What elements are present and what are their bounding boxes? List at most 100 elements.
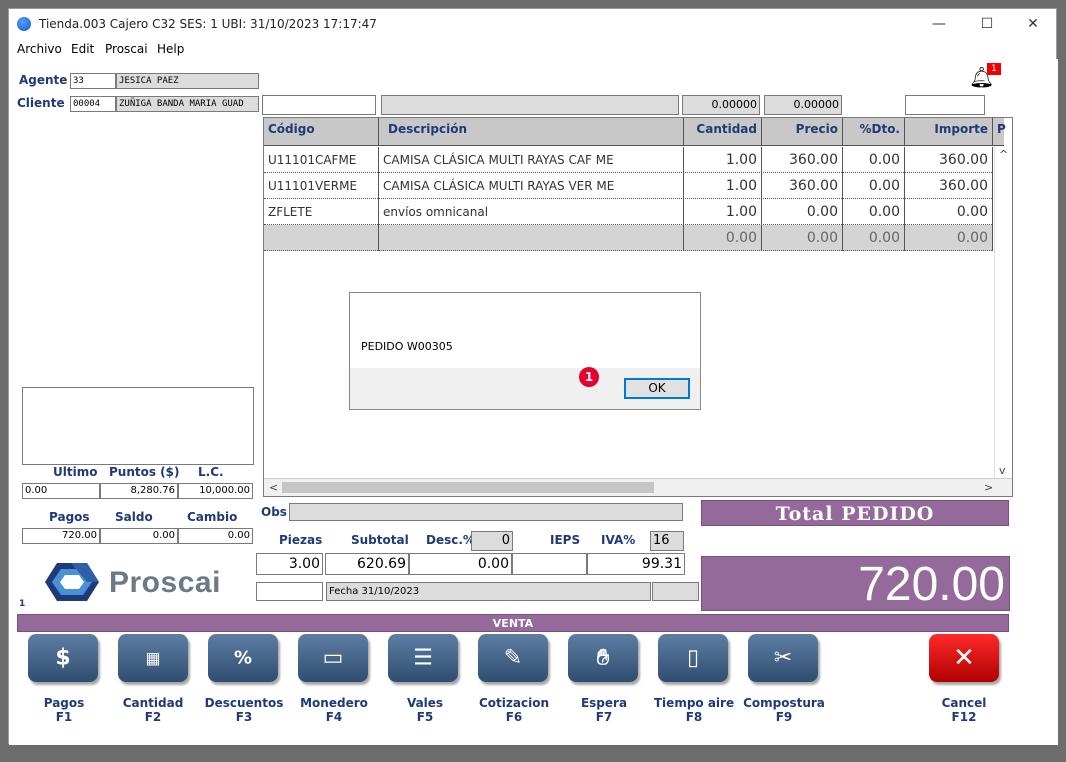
table-row[interactable]: U11101CAFME CAMISA CLÁSICA MULTI RAYAS C… [264, 147, 993, 173]
menu-archivo[interactable]: Archivo [17, 42, 62, 56]
ieps-label: IEPS [550, 533, 581, 547]
agente-code-field[interactable]: 33 [70, 73, 116, 89]
cambio-label: Cambio [187, 510, 238, 524]
col-descripcion[interactable]: Descripción [379, 118, 684, 146]
col-dto[interactable]: %Dto. [843, 118, 905, 146]
scroll-down-icon[interactable]: v [999, 464, 1006, 477]
calculator-icon: ▦ [145, 648, 161, 668]
table-row-new[interactable]: 0.00 0.00 0.00 0.00 [264, 225, 993, 251]
cell-dto: 0.00 [843, 199, 905, 225]
cliente-code-field[interactable]: 00004 [70, 96, 116, 112]
desc-label: Desc.% [426, 533, 475, 547]
close-button[interactable]: ✕ [1013, 13, 1053, 35]
subtotal-label: Subtotal [351, 533, 409, 547]
cell-importe: 0.00 [905, 199, 993, 225]
hand-icon: ✋︎ [596, 645, 610, 671]
proscai-logo-icon [45, 563, 99, 601]
col-precio[interactable]: Precio [762, 118, 843, 146]
cantidad-button[interactable]: ▦ [118, 634, 188, 682]
menu-help[interactable]: Help [157, 42, 184, 56]
menu-bar: Archivo Edit Proscai Help [9, 39, 1056, 59]
message-dialog: PEDIDO W00305 OK [349, 292, 701, 410]
cell-precio: 0.00 [762, 199, 843, 225]
cliente-name-field: ZUÑIGA BANDA MARIA GUAD [116, 96, 259, 112]
pagos-field: 720.00 [22, 528, 100, 544]
obs-label: Obs [261, 505, 287, 519]
pagos-button-label: Pagos F1 [43, 696, 85, 724]
scroll-thumb[interactable] [282, 482, 654, 493]
search-desc-field [381, 95, 679, 115]
cell-precio: 360.00 [762, 173, 843, 199]
scroll-left-icon[interactable]: < [269, 481, 278, 494]
fecha-field: Fecha 31/10/2023 [326, 582, 651, 601]
horizontal-scrollbar[interactable]: < > [264, 478, 1012, 496]
cotizacion-button-label: Cotizacion F6 [479, 696, 549, 724]
desc-rate-field[interactable]: 0 [471, 531, 513, 551]
scroll-up-icon[interactable]: ^ [999, 148, 1008, 161]
tiempo-aire-button[interactable]: ▯ [658, 634, 728, 682]
menu-edit[interactable]: Edit [71, 42, 94, 56]
extra-input[interactable] [905, 95, 985, 115]
vales-button[interactable]: ☰ [388, 634, 458, 682]
phone-icon: ▯ [686, 645, 700, 671]
saldo-label: Saldo [115, 510, 153, 524]
obs-field[interactable] [289, 503, 683, 521]
percent-icon: % [233, 647, 253, 669]
cell-descripcion: CAMISA CLÁSICA MULTI RAYAS VER ME [379, 173, 684, 199]
pagos-label: Pagos [49, 510, 90, 524]
search-code-input[interactable] [262, 95, 376, 115]
value-a-field: 0.00000 [682, 95, 760, 115]
cell-codigo: ZFLETE [264, 199, 379, 225]
cell-cantidad: 0.00 [684, 225, 762, 251]
ok-button[interactable]: OK [624, 378, 690, 399]
monedero-button[interactable]: ▭ [298, 634, 368, 682]
desc-amount-field: 0.00 [409, 553, 512, 575]
cancel-button-label: Cancel F12 [941, 696, 987, 724]
espera-button[interactable]: ✋︎ [568, 634, 638, 682]
cell-descripcion: envíos omnicanal [379, 199, 684, 225]
col-importe[interactable]: Importe [905, 118, 993, 146]
dialog-message: PEDIDO W00305 [361, 340, 453, 353]
compostura-button[interactable]: ✂ [748, 634, 818, 682]
col-codigo[interactable]: Código [264, 118, 379, 146]
aux-field [256, 582, 323, 601]
cliente-label: Cliente [17, 96, 65, 110]
cell-cantidad: 1.00 [684, 147, 762, 173]
puntos-label: Puntos ($) [109, 465, 180, 479]
agente-label: Agente [19, 73, 68, 87]
saldo-field: 0.00 [100, 528, 178, 544]
col-p[interactable]: P [993, 118, 1012, 146]
notification-badge: 1 [987, 63, 1001, 75]
cell-cantidad: 1.00 [684, 173, 762, 199]
x-icon: ✕ [953, 643, 975, 673]
iva-rate-field[interactable]: 16 [650, 531, 684, 551]
app-window: Tienda.003 Cajero C32 SES: 1 UBI: 31/10/… [8, 8, 1058, 745]
scroll-right-icon[interactable]: > [984, 481, 993, 494]
cell-codigo: U11101CAFME [264, 147, 379, 173]
piezas-label: Piezas [279, 533, 323, 547]
menu-proscai[interactable]: Proscai [105, 42, 148, 56]
notes-area[interactable] [22, 387, 254, 465]
cell-descripcion [379, 225, 684, 251]
cancel-button[interactable]: ✕ [929, 634, 999, 682]
col-cantidad[interactable]: Cantidad [684, 118, 762, 146]
cotizacion-button[interactable]: ✎ [478, 634, 548, 682]
dialog-body: PEDIDO W00305 [350, 293, 700, 368]
descuentos-button[interactable]: % [208, 634, 278, 682]
cell-descripcion: CAMISA CLÁSICA MULTI RAYAS CAF ME [379, 147, 684, 173]
globe-icon [17, 17, 31, 31]
window-title: Tienda.003 Cajero C32 SES: 1 UBI: 31/10/… [39, 17, 377, 31]
descuentos-button-label: Descuentos F3 [204, 696, 284, 724]
proscai-logo-text: Proscai [109, 566, 221, 599]
vertical-scrollbar[interactable]: ^ v [994, 146, 1012, 480]
table-row[interactable]: U11101VERME CAMISA CLÁSICA MULTI RAYAS V… [264, 173, 993, 199]
table-row[interactable]: ZFLETE envíos omnicanal 1.00 0.00 0.00 0… [264, 199, 993, 225]
puntos-field: 8,280.76 [100, 483, 178, 499]
pagos-button[interactable]: $ [28, 634, 98, 682]
venta-bar: VENTA [17, 614, 1009, 632]
subtotal-field: 620.69 [325, 553, 409, 575]
aux-field-2 [652, 582, 699, 601]
maximize-button[interactable]: ☐ [967, 13, 1007, 35]
lc-label: L.C. [198, 465, 224, 479]
minimize-button[interactable]: — [919, 13, 959, 35]
